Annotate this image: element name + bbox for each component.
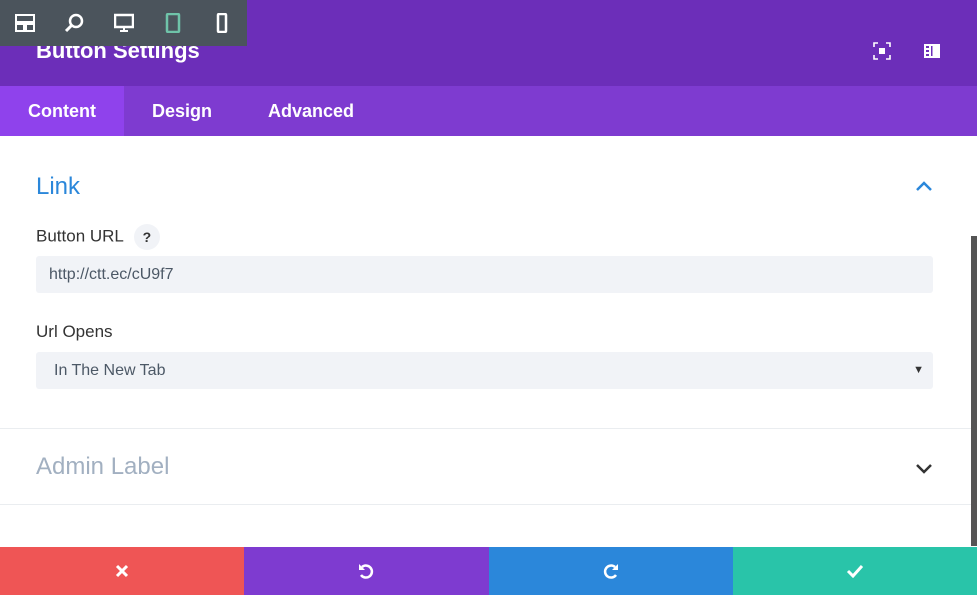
- layout-icon[interactable]: [0, 14, 49, 32]
- redo-icon: [603, 564, 618, 579]
- check-icon: [846, 564, 863, 578]
- admin-label-section-toggle[interactable]: Admin Label: [36, 453, 169, 481]
- sidebar-toggle-icon[interactable]: [923, 42, 941, 60]
- chevron-up-icon[interactable]: [915, 180, 933, 192]
- help-icon[interactable]: ?: [133, 224, 160, 250]
- undo-icon: [359, 564, 374, 579]
- button-url-input[interactable]: http://ctt.ec/cU9f7: [36, 256, 933, 293]
- settings-tabs: Content Design Advanced: [0, 86, 977, 136]
- fullscreen-icon[interactable]: [873, 42, 891, 60]
- url-opens-select[interactable]: In The New Tab ▼: [36, 352, 933, 389]
- button-url-label-text: Button URL: [36, 226, 124, 246]
- divider: [0, 504, 977, 505]
- close-icon: [116, 564, 129, 578]
- tab-design[interactable]: Design: [124, 86, 240, 136]
- tab-content[interactable]: Content: [0, 86, 124, 136]
- tab-advanced[interactable]: Advanced: [240, 86, 382, 136]
- tablet-icon[interactable]: [148, 13, 197, 33]
- scrollbar[interactable]: [971, 236, 977, 546]
- dropdown-arrow-icon: ▼: [913, 364, 924, 376]
- desktop-icon[interactable]: [99, 13, 148, 33]
- chevron-down-icon[interactable]: [915, 462, 933, 474]
- phone-icon[interactable]: [198, 13, 247, 33]
- divider: [0, 428, 977, 429]
- url-opens-label: Url Opens: [36, 322, 113, 341]
- modal-footer: [0, 547, 977, 595]
- save-button[interactable]: [732, 547, 977, 595]
- cancel-button[interactable]: [0, 547, 245, 595]
- undo-button[interactable]: [244, 547, 489, 595]
- redo-button[interactable]: [488, 547, 733, 595]
- view-toolbar: [0, 0, 247, 46]
- url-opens-value: In The New Tab: [54, 362, 166, 379]
- link-section-toggle[interactable]: Link: [36, 173, 80, 201]
- button-url-label: Button URL?: [36, 224, 160, 250]
- zoom-icon[interactable]: [49, 13, 98, 33]
